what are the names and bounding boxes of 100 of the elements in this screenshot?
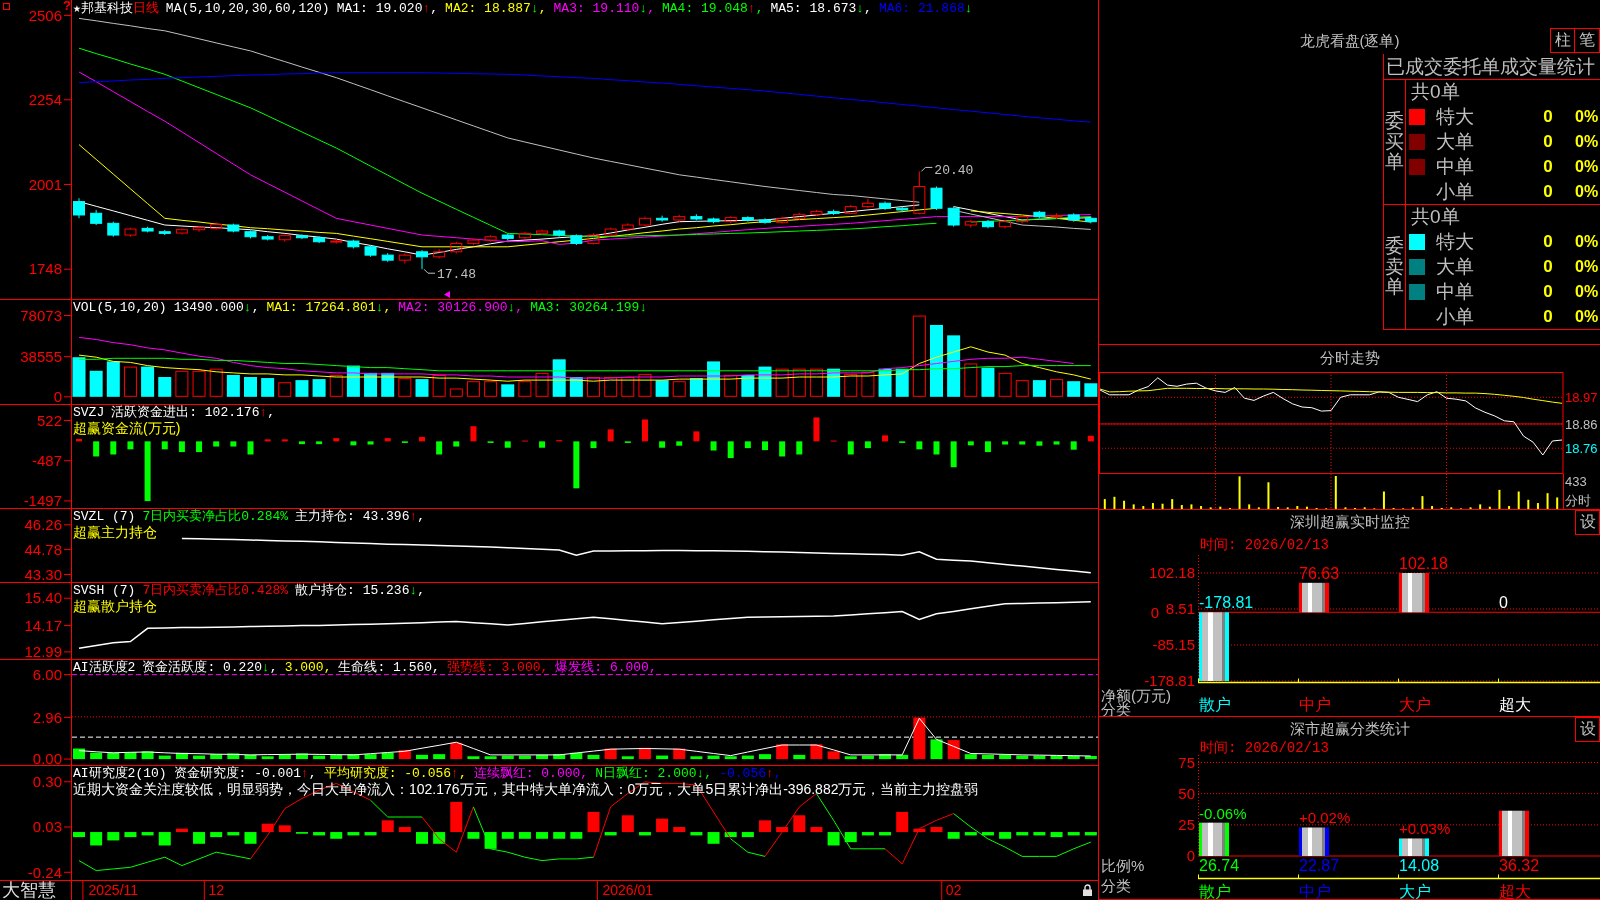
activity-bar: [193, 755, 206, 760]
fund-flow-bar: [178, 441, 185, 453]
research-bar: [827, 832, 840, 846]
view-mode-button[interactable]: 柱: [1550, 28, 1575, 53]
indicator-caption: 超赢主力持仓: [73, 524, 157, 541]
candle: [347, 239, 360, 249]
axis-label: 43.30: [24, 565, 62, 582]
volume-bar: [209, 368, 223, 397]
date-label: 02: [945, 882, 962, 898]
volume-bar: [964, 363, 978, 397]
candle: [364, 245, 377, 258]
indicator-name: SVZJ: [73, 405, 105, 420]
activity-bar: [210, 754, 223, 760]
activity-bar: [604, 748, 617, 760]
activity-bar: [1084, 756, 1097, 760]
fund-flow-bar: [882, 435, 889, 442]
candle: [1050, 212, 1063, 220]
research-bar: [759, 820, 771, 833]
candle: [1084, 216, 1097, 224]
volume-bar: [844, 373, 858, 397]
order-size-label: 特大: [1436, 231, 1474, 254]
research-bar: [1033, 832, 1046, 836]
candle: [501, 233, 514, 241]
axis-label: 75: [1178, 755, 1195, 771]
activity-bar: [1033, 755, 1046, 760]
value-label: 0: [1499, 594, 1508, 612]
activity-bar: [861, 755, 874, 760]
research-bar: [244, 832, 257, 844]
activity-bar: [1016, 755, 1029, 760]
volume-bar: [672, 381, 686, 397]
activity-bar: [1050, 755, 1063, 760]
fund-flow-bar: [710, 441, 717, 451]
indicator-value: MA6: 21.868↓: [878, 1, 973, 16]
activity-bar: [107, 752, 120, 760]
research-bar: [364, 832, 377, 836]
candle: [295, 233, 308, 240]
category-bar: [1299, 582, 1329, 613]
fund-flow-bar: [298, 441, 305, 445]
research-bar: [467, 832, 480, 839]
candle: [467, 237, 480, 246]
axis-label: 0: [1186, 847, 1195, 865]
volume-bar: [947, 335, 961, 397]
research-bar: [433, 832, 446, 844]
activity-bar: [759, 754, 771, 760]
order-count: 0: [1543, 181, 1553, 202]
indicator-value: MA2: 18.887↓,: [445, 1, 547, 16]
research-bar: [73, 832, 85, 838]
fund-flow-bar: [127, 441, 134, 450]
fund-flow-bar: [470, 426, 477, 442]
order-count: 0: [1543, 107, 1553, 128]
fund-flow-bar: [367, 441, 374, 445]
view-mode-button[interactable]: 笔: [1575, 28, 1600, 53]
research-bar: [776, 827, 789, 833]
axis-label: 8.51: [1165, 600, 1195, 618]
fund-flow-bar: [1070, 441, 1077, 450]
indicator-value: 主力持仓: 43.396↑,: [295, 509, 426, 524]
volume-bar: [192, 370, 206, 397]
volume-bar: [1084, 383, 1098, 397]
volume-bar: [312, 379, 326, 397]
research-bar: [587, 811, 600, 833]
candle: [793, 212, 806, 221]
indicator-value: 资金活跃度: 0.220↓,: [142, 660, 278, 675]
research-bar: [1050, 832, 1063, 838]
indicator-value: 13490.000↓,: [173, 300, 260, 315]
candle: [381, 252, 394, 263]
research-bar: [656, 818, 669, 833]
volume-scale-label: 433: [1565, 474, 1587, 489]
candle: [553, 229, 566, 238]
indicator-value: 爆发线: 6.000,: [555, 660, 657, 675]
candle: [844, 204, 857, 215]
activity-bar: [518, 755, 531, 760]
candle: [141, 226, 154, 233]
activity-bar: [313, 755, 326, 760]
indicator-name: SVSH (7): [73, 583, 136, 598]
activity-bar: [1067, 756, 1080, 760]
research-bar: [810, 827, 823, 833]
order-count: 0: [1543, 306, 1553, 327]
activity-bar: [158, 755, 171, 760]
candle: [1016, 214, 1029, 224]
lock-icon[interactable]: [1083, 884, 1092, 896]
order-share: 0%: [1575, 282, 1599, 301]
category-bar: [1299, 827, 1329, 856]
settings-button[interactable]: 设: [1575, 510, 1600, 535]
research-bar: [553, 832, 566, 839]
indicator-caption: 超赢资金流(万元): [73, 420, 181, 437]
axis-title: 比例%: [1101, 857, 1145, 874]
indicator-caption: 超赢散户持仓: [73, 598, 157, 615]
candle: [193, 225, 206, 233]
activity-bar: [484, 756, 497, 760]
order-share: 0%: [1575, 182, 1599, 201]
research-bar: [964, 832, 977, 836]
fund-flow-bar: [916, 441, 923, 450]
panel-title: 深圳超赢实时监控: [1289, 513, 1410, 532]
fund-flow-bar: [196, 441, 203, 453]
research-bar: [518, 832, 531, 839]
activity-bar: [656, 755, 669, 760]
fund-flow-bar: [161, 441, 168, 450]
settings-button[interactable]: 设: [1575, 717, 1600, 742]
volume-bar: [261, 378, 275, 397]
candle: [484, 234, 497, 243]
